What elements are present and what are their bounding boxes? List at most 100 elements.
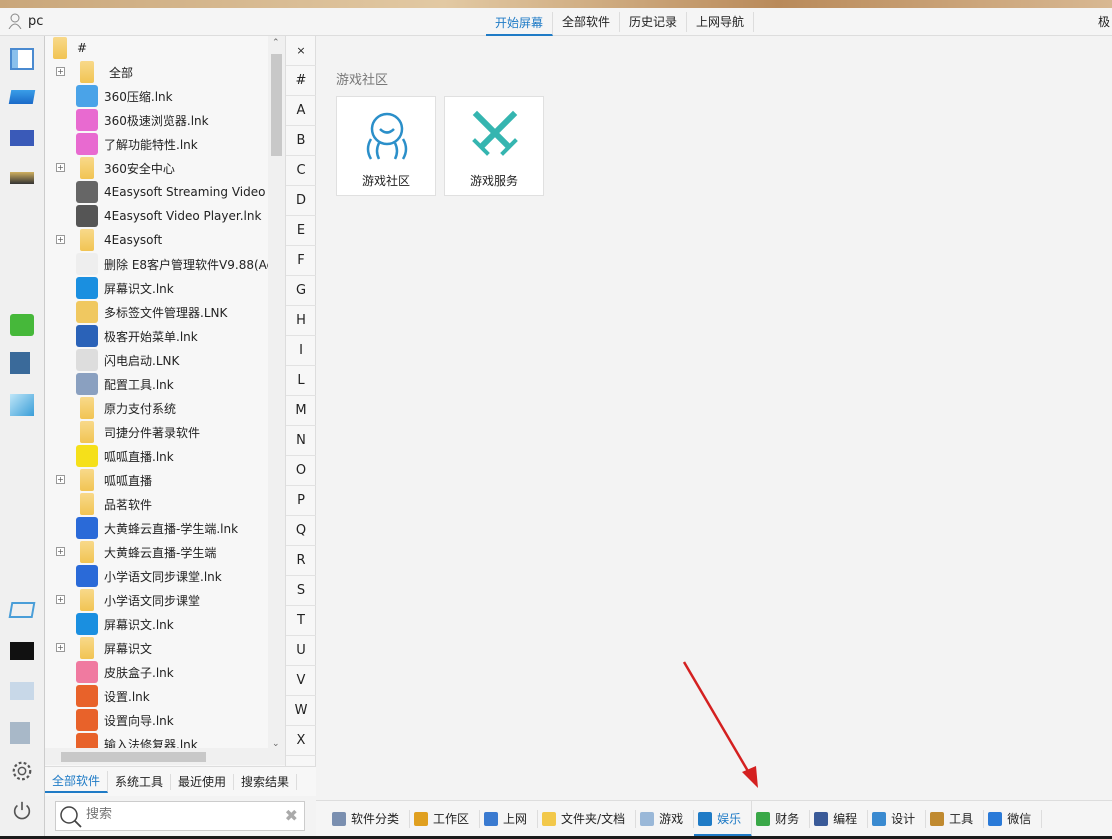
list-horizontal-scrollbar[interactable] [45,748,285,765]
category-tab[interactable]: 财务 [752,810,810,828]
alpha-index-r[interactable]: R [286,546,316,576]
list-item[interactable]: +小学语文同步课堂 [45,588,270,612]
monitor-icon[interactable] [10,682,34,700]
device-icon[interactable] [10,722,30,744]
category-tab[interactable]: 工作区 [410,810,480,828]
alpha-index-h[interactable]: H [286,306,316,336]
list-item[interactable]: 皮肤盒子.lnk [45,660,270,684]
list-item[interactable]: +大黄蜂云直播-学生端 [45,540,270,564]
toggle-panel-icon[interactable] [10,48,34,70]
list-item[interactable]: +4Easysoft [45,228,270,252]
list-item[interactable]: 删除 E8客户管理软件V9.88(Ac [45,252,270,276]
list-item[interactable]: 4Easysoft Video Player.lnk [45,204,270,228]
list-item[interactable]: 闪电启动.LNK [45,348,270,372]
alpha-index-x[interactable]: X [286,726,316,756]
alpha-index-c[interactable]: C [286,156,316,186]
category-tab[interactable]: 文件夹/文档 [538,810,636,828]
list-item[interactable]: 多标签文件管理器.LNK [45,300,270,324]
alpha-index-e[interactable]: E [286,216,316,246]
alpha-index-g[interactable]: G [286,276,316,306]
alpha-index-m[interactable]: M [286,396,316,426]
category-tab[interactable]: 娱乐 [694,801,752,837]
list-item[interactable]: 设置向导.lnk [45,708,270,732]
list-item[interactable]: 大黄蜂云直播-学生端.lnk [45,516,270,540]
alpha-index-u[interactable]: U [286,636,316,666]
screen-icon[interactable] [9,602,36,618]
filter-tab[interactable]: 系统工具 [108,774,171,790]
list-item[interactable]: 屏幕识文.lnk [45,612,270,636]
top-tab[interactable]: 开始屏幕 [486,12,553,36]
list-item[interactable]: +屏幕识文 [45,636,270,660]
alpha-index-v[interactable]: V [286,666,316,696]
terminal-icon[interactable] [10,642,34,660]
user-account[interactable]: pc [8,13,43,29]
category-tab[interactable]: 软件分类 [328,810,410,828]
list-item[interactable]: +全部 [45,60,270,84]
category-tab[interactable]: 微信 [984,810,1042,828]
top-tab[interactable]: 上网导航 [687,12,754,32]
control-panel-icon[interactable] [10,130,34,146]
alpha-index-f[interactable]: F [286,246,316,276]
list-item[interactable]: 360极速浏览器.lnk [45,108,270,132]
expand-icon[interactable]: + [56,67,65,76]
download-folder-icon[interactable] [10,314,34,336]
alpha-index-l[interactable]: L [286,366,316,396]
list-item[interactable]: +360安全中心 [45,156,270,180]
expand-icon[interactable]: + [56,475,65,484]
alpha-index-hash[interactable]: # [286,66,316,96]
expand-icon[interactable]: + [56,235,65,244]
filter-tab[interactable]: 最近使用 [171,774,234,790]
alpha-index-close[interactable]: × [286,36,316,66]
alpha-index-t[interactable]: T [286,606,316,636]
list-item[interactable]: 4Easysoft Streaming Video F [45,180,270,204]
search-box[interactable]: ✖ [55,801,305,831]
list-item[interactable]: 360压缩.lnk [45,84,270,108]
alpha-index-d[interactable]: D [286,186,316,216]
power-icon[interactable] [10,800,34,822]
list-item[interactable]: 小学语文同步课堂.lnk [45,564,270,588]
alpha-index-n[interactable]: N [286,426,316,456]
alpha-index-p[interactable]: P [286,486,316,516]
list-item[interactable]: 原力支付系统 [45,396,270,420]
list-item[interactable]: 司捷分件著录软件 [45,420,270,444]
category-tab[interactable]: 工具 [926,810,984,828]
list-item[interactable]: 屏幕识文.lnk [45,276,270,300]
search-input[interactable] [86,807,276,822]
list-item[interactable]: 配置工具.lnk [45,372,270,396]
top-tab[interactable]: 全部软件 [553,12,620,32]
alpha-index-q[interactable]: Q [286,516,316,546]
list-vertical-scrollbar[interactable]: ⌃⌄ [268,36,285,756]
card-game-community[interactable]: 游戏社区 [336,96,436,196]
category-tab[interactable]: 游戏 [636,810,694,828]
category-tab[interactable]: 上网 [480,810,538,828]
list-item[interactable]: 极客开始菜单.lnk [45,324,270,348]
list-item[interactable]: # [45,36,270,60]
alpha-index-a[interactable]: A [286,96,316,126]
expand-icon[interactable]: + [56,163,65,172]
category-tab[interactable]: 设计 [868,810,926,828]
clear-search-icon[interactable]: ✖ [285,806,298,825]
calculator-icon[interactable] [10,352,30,374]
alpha-index-o[interactable]: O [286,456,316,486]
list-item[interactable]: 设置.lnk [45,684,270,708]
filter-tab[interactable]: 搜索结果 [234,774,297,790]
list-item[interactable]: 品茗软件 [45,492,270,516]
alpha-index-w[interactable]: W [286,696,316,726]
printer-icon[interactable] [10,172,34,184]
list-item[interactable]: 了解功能特性.lnk [45,132,270,156]
expand-icon[interactable]: + [56,547,65,556]
filter-tab[interactable]: 全部软件 [45,771,108,793]
computer-icon[interactable] [9,90,35,104]
list-item[interactable]: +呱呱直播 [45,468,270,492]
notepad-icon[interactable] [10,394,34,416]
top-tab[interactable]: 历史记录 [620,12,687,32]
card-game-service[interactable]: 游戏服务 [444,96,544,196]
alpha-index-b[interactable]: B [286,126,316,156]
expand-icon[interactable]: + [56,595,65,604]
settings-icon[interactable] [10,760,34,782]
list-item[interactable]: 呱呱直播.lnk [45,444,270,468]
alpha-index-i[interactable]: I [286,336,316,366]
expand-icon[interactable]: + [56,643,65,652]
alpha-index-s[interactable]: S [286,576,316,606]
category-tab[interactable]: 编程 [810,810,868,828]
